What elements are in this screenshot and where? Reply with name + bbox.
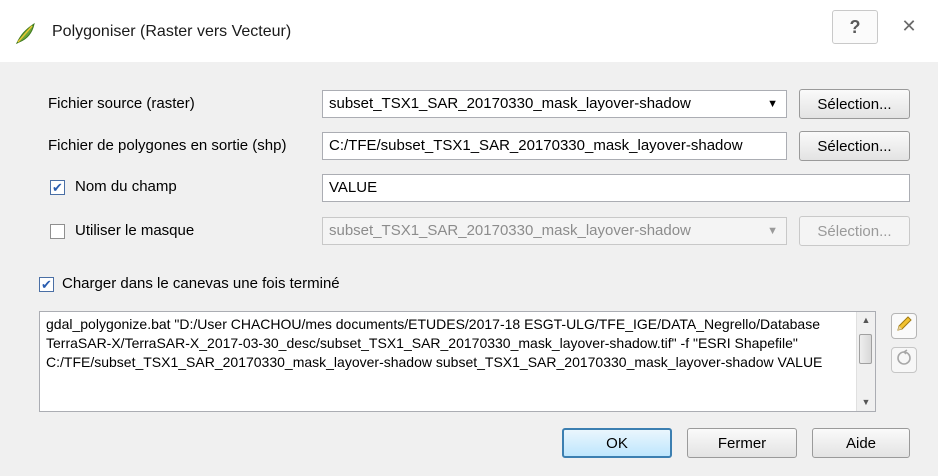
dialog-body: Fichier source (raster) subset_TSX1_SAR_… [0,62,938,476]
command-scrollbar[interactable]: ▲ ▼ [856,312,875,411]
output-value: C:/TFE/subset_TSX1_SAR_20170330_mask_lay… [329,137,743,154]
field-name-value: VALUE [329,179,378,196]
help-title-button[interactable]: ? [832,10,878,44]
load-canvas-label: Charger dans le canevas une fois terminé [62,275,340,292]
close-button[interactable]: Fermer [687,428,797,458]
edit-command-button[interactable] [891,313,917,339]
output-label: Fichier de polygones en sortie (shp) [48,137,287,154]
mask-select-button[interactable]: Sélection... [799,216,910,246]
scroll-down-icon[interactable]: ▼ [857,394,875,411]
command-textbox[interactable]: gdal_polygonize.bat "D:/User CHACHOU/mes… [39,311,876,412]
qgis-leaf-icon [13,21,37,45]
output-select-button[interactable]: Sélection... [799,131,910,161]
close-window-button[interactable]: ✕ [887,10,931,42]
source-label: Fichier source (raster) [48,95,195,112]
command-text: gdal_polygonize.bat "D:/User CHACHOU/mes… [46,316,824,370]
checkmark-icon: ✔ [52,180,63,195]
load-canvas-checkbox[interactable]: ✔ [39,277,54,292]
chevron-down-icon: ▼ [767,98,778,110]
pencil-icon [895,315,913,337]
field-name-input[interactable]: VALUE [322,174,910,202]
scroll-up-icon[interactable]: ▲ [857,312,875,329]
field-name-label: Nom du champ [75,178,177,195]
help-button[interactable]: Aide [812,428,910,458]
source-value: subset_TSX1_SAR_20170330_mask_layover-sh… [329,95,691,112]
close-icon: ✕ [901,15,917,36]
mask-value: subset_TSX1_SAR_20170330_mask_layover-sh… [329,222,691,239]
source-combo[interactable]: subset_TSX1_SAR_20170330_mask_layover-sh… [322,90,787,118]
field-name-checkbox[interactable]: ✔ [50,180,65,195]
question-icon: ? [849,16,861,37]
source-select-button[interactable]: Sélection... [799,89,910,119]
scroll-thumb[interactable] [859,334,872,364]
chevron-down-icon: ▼ [767,225,778,237]
mask-checkbox[interactable] [50,224,65,239]
mask-combo[interactable]: subset_TSX1_SAR_20170330_mask_layover-sh… [322,217,787,245]
ok-button[interactable]: OK [562,428,672,458]
reset-command-button[interactable] [891,347,917,373]
checkmark-icon: ✔ [41,277,52,292]
mask-label: Utiliser le masque [75,222,195,239]
output-field[interactable]: C:/TFE/subset_TSX1_SAR_20170330_mask_lay… [322,132,787,160]
title-bar: Polygoniser (Raster vers Vecteur) ? ✕ [0,0,938,62]
reset-icon [895,349,913,371]
window-title: Polygoniser (Raster vers Vecteur) [52,23,292,40]
